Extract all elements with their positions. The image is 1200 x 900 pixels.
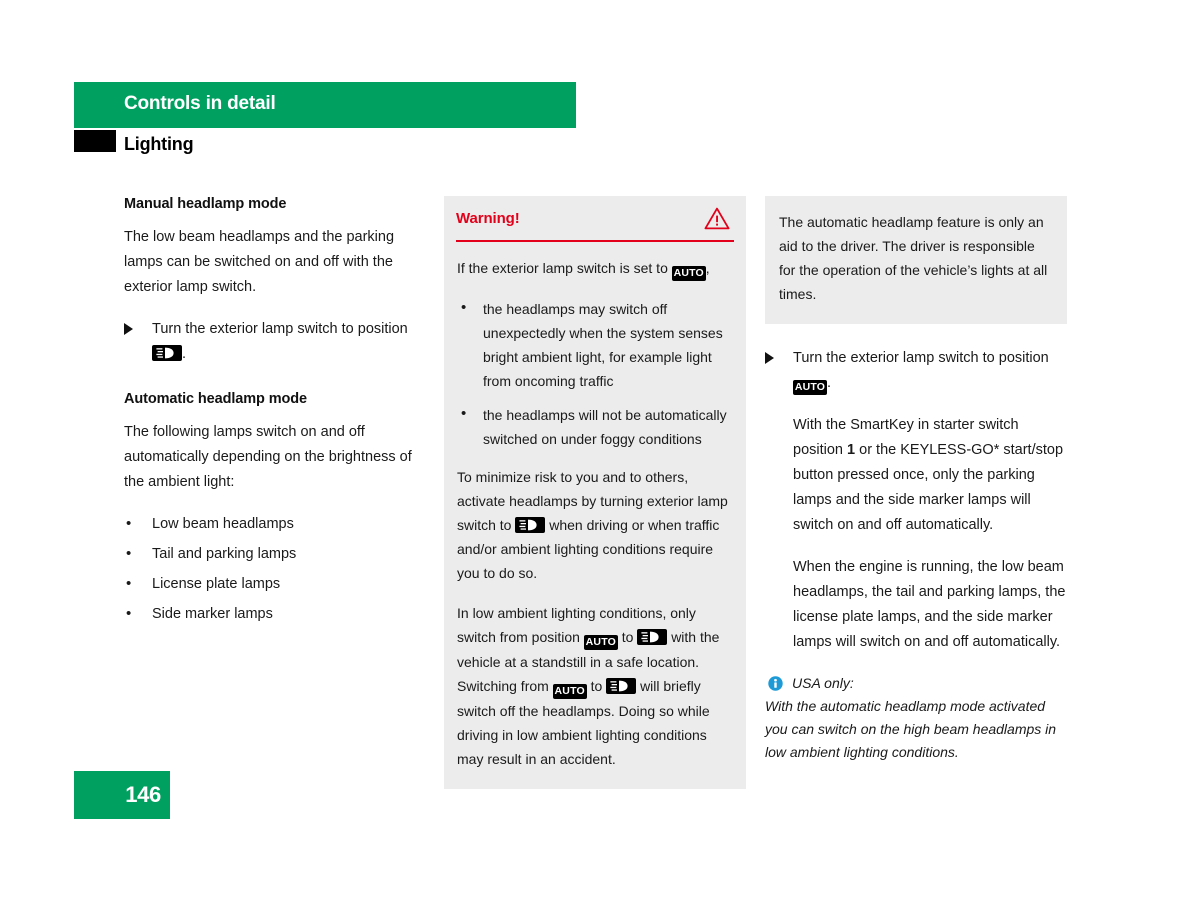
section-marker-block: [74, 130, 116, 152]
warning-intro-prefix: If the exterior lamp switch is set to: [457, 260, 668, 276]
page-number-box: 146: [74, 771, 170, 819]
chapter-title: Controls in detail: [124, 93, 276, 114]
warning-paragraph-3: In low ambient lighting conditions, only…: [457, 601, 733, 771]
page-number: 146: [125, 782, 161, 807]
automatic-mode-step: Turn the exterior lamp switch to positio…: [765, 346, 1067, 396]
usa-note-body: With the automatic headlamp mode activat…: [765, 698, 1057, 760]
manual-mode-step: Turn the exterior lamp switch to positio…: [124, 317, 424, 367]
automatic-mode-paragraph: The following lamps switch on and off au…: [124, 424, 412, 490]
low-beam-badge-icon: [606, 678, 637, 694]
low-beam-badge-icon: [515, 517, 546, 533]
auto-badge-icon: AUTO: [793, 380, 827, 395]
auto-step-text: Turn the exterior lamp switch to positio…: [793, 350, 1049, 366]
warning-paragraph-2: To minimize risk to you and to others, a…: [457, 465, 733, 585]
list-item: License plate lamps: [124, 571, 424, 597]
auto-badge-icon: AUTO: [552, 684, 587, 699]
warning-body: If the exterior lamp switch is set to AU…: [444, 242, 746, 789]
warning-title: Warning!: [456, 210, 520, 227]
manual-step-text: Turn the exterior lamp switch to positio…: [152, 321, 408, 337]
auto-badge-icon: AUTO: [583, 635, 618, 650]
list-item: the headlamps may switch off unexpectedl…: [457, 296, 733, 393]
step-arrow-icon: [124, 323, 133, 335]
warning-p3-part2: to: [621, 629, 634, 645]
warning-intro: If the exterior lamp switch is set to AU…: [457, 256, 733, 281]
manual-mode-paragraph: The low beam headlamps and the parking l…: [124, 229, 395, 295]
info-icon: [768, 675, 783, 691]
warning-intro-suffix: ,: [705, 260, 710, 276]
list-item: Low beam headlamps: [124, 511, 424, 537]
usa-note-heading: USA only:: [792, 675, 854, 691]
list-item: Tail and parking lamps: [124, 541, 424, 567]
manual-step-period: .: [182, 346, 187, 362]
smartkey-paragraph: With the SmartKey in starter switch posi…: [765, 413, 1067, 538]
engine-running-paragraph: When the engine is running, the low beam…: [793, 559, 1066, 650]
usa-only-note: USA only: With the automatic headlamp mo…: [765, 672, 1067, 764]
automatic-lamps-list: Low beam headlamps Tail and parking lamp…: [124, 511, 424, 627]
section-title: Lighting: [124, 134, 194, 154]
usa-note-heading-row: USA only:: [765, 672, 1067, 694]
low-beam-badge-icon: [152, 345, 182, 361]
auto-badge-icon: AUTO: [671, 266, 706, 281]
list-item: Side marker lamps: [124, 601, 424, 627]
chapter-header-bar: Controls in detail: [74, 82, 576, 128]
warning-box: Warning! If the exterior lamp switch is …: [444, 196, 746, 789]
grey-note-text: The automatic headlamp feature is only a…: [779, 214, 1048, 302]
manual-mode-heading: Manual headlamp mode: [124, 196, 287, 212]
auto-step-period: .: [827, 375, 832, 391]
warning-triangle-icon: [704, 207, 730, 235]
warning-continuation-note: The automatic headlamp feature is only a…: [765, 196, 1067, 324]
starter-switch-position: 1: [847, 442, 856, 458]
step-arrow-icon: [765, 352, 774, 364]
left-column: Manual headlamp mode The low beam headla…: [124, 196, 424, 632]
automatic-mode-heading: Automatic headlamp mode: [124, 391, 308, 407]
list-item: the headlamps will not be automatically …: [457, 402, 733, 451]
low-beam-badge-icon: [637, 629, 668, 645]
right-column: The automatic headlamp feature is only a…: [765, 196, 1067, 764]
warning-p3-part4: to: [590, 678, 603, 694]
warning-bullet-list: the headlamps may switch off unexpectedl…: [457, 296, 733, 451]
warning-header: Warning!: [456, 196, 734, 242]
